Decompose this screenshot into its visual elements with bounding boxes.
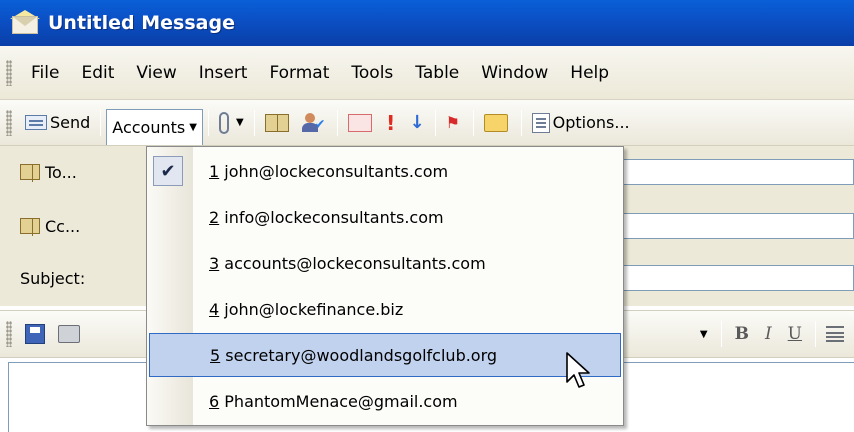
account-item-6[interactable]: 6 PhantomMenace@gmail.com	[147, 379, 623, 423]
paperclip-icon	[218, 111, 229, 134]
title-bar: Untitled Message	[0, 0, 854, 46]
account-number: 3	[209, 253, 220, 273]
italic-button[interactable]: I	[757, 324, 780, 344]
account-item-2[interactable]: 2 info@lockeconsultants.com	[147, 195, 623, 239]
options-label: Options...	[552, 113, 630, 132]
exclamation-icon: !	[386, 110, 396, 135]
align-left-button[interactable]	[821, 317, 852, 351]
menu-bar: File Edit View Insert Format Tools Table…	[0, 46, 854, 100]
toolbar-separator	[100, 109, 102, 136]
address-book-button[interactable]	[260, 106, 297, 140]
toolbar-separator	[520, 109, 522, 136]
align-left-icon	[826, 326, 844, 342]
options-icon	[531, 112, 550, 133]
options-button[interactable]: Options...	[527, 106, 635, 140]
account-item-1[interactable]: ✔ 1 john@lockeconsultants.com	[147, 149, 623, 193]
save-button[interactable]	[20, 317, 53, 351]
toolbar-separator	[815, 321, 816, 347]
follow-up-flag-button[interactable]: ⚑	[441, 106, 468, 140]
window-title: Untitled Message	[48, 12, 235, 34]
print-button[interactable]	[53, 317, 88, 351]
check-names-icon: ✔	[301, 112, 326, 133]
account-item-5[interactable]: 5 secretary@woodlandsgolfclub.org	[149, 333, 621, 377]
cc-button[interactable]: Cc...	[20, 217, 80, 236]
toolbar-separator	[207, 109, 209, 136]
flag-icon: ⚑	[445, 112, 460, 132]
bold-button[interactable]: B	[727, 324, 757, 344]
subject-label-wrap: Subject:	[20, 269, 85, 288]
send-button[interactable]: Send	[20, 106, 95, 140]
new-message-icon	[10, 10, 42, 36]
to-label: To...	[45, 162, 77, 182]
menu-window[interactable]: Window	[470, 63, 559, 83]
printer-icon	[58, 325, 80, 343]
account-email: info@lockeconsultants.com	[224, 207, 444, 227]
accounts-button[interactable]: Accounts ▼	[106, 108, 203, 145]
account-email: john@lockefinance.biz	[224, 299, 404, 319]
underline-button[interactable]: U	[780, 324, 810, 344]
account-number: 6	[209, 391, 220, 411]
open-folder-button[interactable]	[479, 106, 516, 140]
toolbar-separator	[253, 109, 255, 136]
account-item-3[interactable]: 3 accounts@lockeconsultants.com	[147, 241, 623, 285]
account-number: 5	[210, 345, 221, 365]
attach-file-button[interactable]: ▼	[214, 106, 249, 140]
menu-table[interactable]: Table	[404, 63, 470, 83]
grip-handle[interactable]	[6, 59, 12, 86]
address-book-icon	[264, 113, 289, 132]
menu-view[interactable]: View	[125, 63, 187, 83]
toolbar-separator	[472, 109, 474, 136]
importance-low-button[interactable]: ↓	[405, 106, 430, 140]
folder-icon	[483, 113, 508, 132]
menu-edit[interactable]: Edit	[70, 63, 125, 83]
address-book-icon	[20, 218, 40, 236]
toolbar-separator	[336, 109, 338, 136]
accounts-label: Accounts	[112, 117, 186, 137]
chevron-down-icon: ▼	[189, 121, 197, 133]
to-button[interactable]: To...	[20, 163, 77, 182]
menu-help[interactable]: Help	[559, 63, 620, 83]
account-number: 2	[209, 207, 220, 227]
check-names-button[interactable]: ✔	[297, 106, 332, 140]
toolbar-separator	[434, 109, 436, 136]
account-email: accounts@lockeconsultants.com	[224, 253, 486, 273]
account-number: 4	[209, 299, 220, 319]
menu-file[interactable]: File	[20, 63, 70, 83]
account-email: PhantomMenace@gmail.com	[224, 391, 458, 411]
grip-handle[interactable]	[6, 321, 12, 347]
account-item-4[interactable]: 4 john@lockefinance.biz	[147, 287, 623, 331]
no-email-button[interactable]	[343, 106, 380, 140]
account-email: secretary@woodlandsgolfclub.org	[225, 345, 498, 365]
save-icon	[25, 324, 45, 344]
cc-label: Cc...	[45, 216, 81, 236]
send-label: Send	[50, 113, 91, 132]
chevron-down-icon: ▼	[235, 117, 244, 128]
mouse-pointer-icon	[566, 352, 590, 388]
menu-insert[interactable]: Insert	[188, 63, 259, 83]
accounts-menu: ✔ 1 john@lockeconsultants.com 2 info@loc…	[146, 146, 624, 426]
arrow-down-icon: ↓	[409, 111, 425, 133]
account-number: 1	[209, 161, 220, 181]
menu-format[interactable]: Format	[258, 63, 340, 83]
importance-high-button[interactable]: !	[380, 106, 405, 140]
standard-toolbar: Send Accounts ▼ ▼ ✔ ! ↓ ⚑ Options...	[0, 100, 854, 146]
chevron-down-icon[interactable]: ▼	[700, 329, 708, 340]
send-icon	[25, 115, 47, 130]
account-email: john@lockeconsultants.com	[224, 161, 449, 181]
grip-handle[interactable]	[6, 109, 12, 136]
address-book-icon	[20, 164, 40, 182]
subject-label: Subject:	[20, 268, 86, 288]
checkmark-icon: ✔	[153, 156, 183, 186]
menu-tools[interactable]: Tools	[340, 63, 404, 83]
toolbar-separator	[720, 321, 722, 347]
envelope-flag-icon	[347, 113, 372, 132]
